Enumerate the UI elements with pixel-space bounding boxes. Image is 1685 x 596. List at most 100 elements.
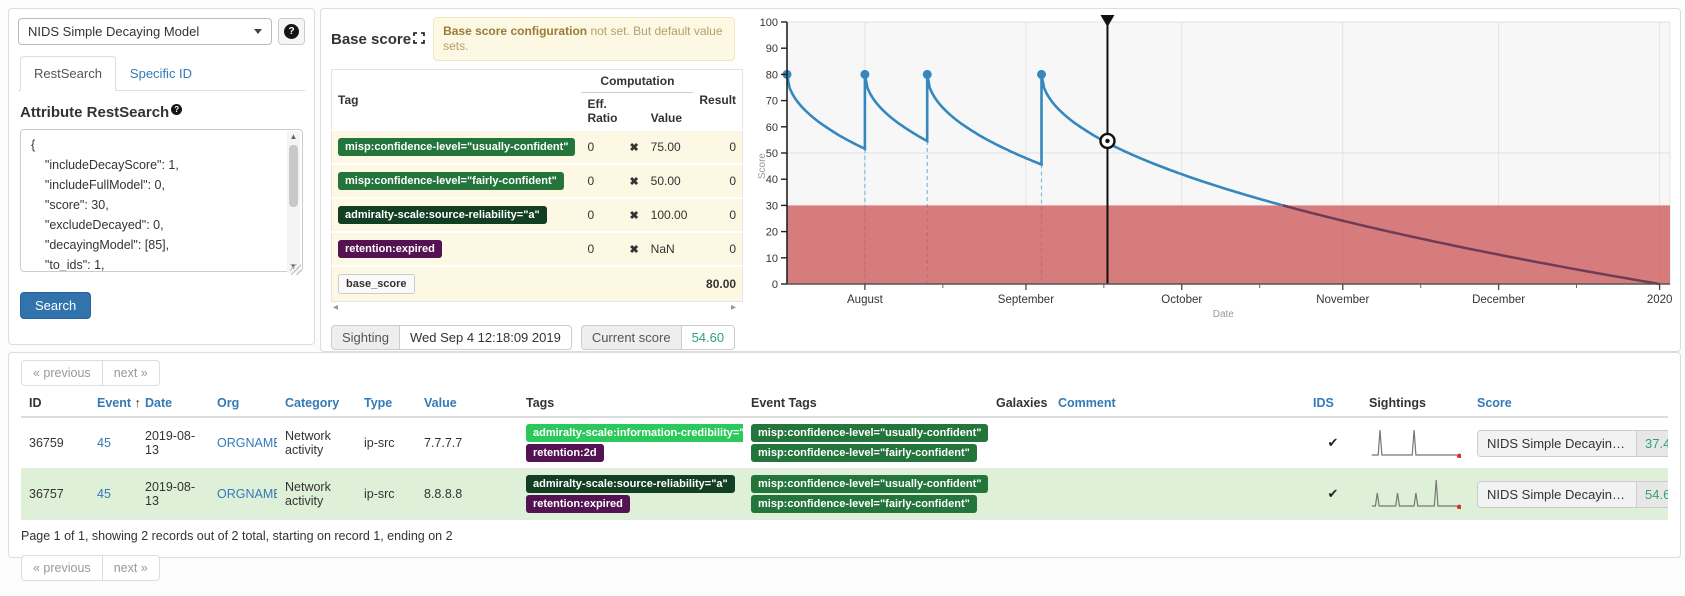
event-link[interactable]: 45 xyxy=(97,436,111,450)
pagination-summary: Page 1 of 1, showing 2 records out of 2 … xyxy=(21,529,1668,543)
event-link[interactable]: 45 xyxy=(97,487,111,501)
current-score-marker-dot xyxy=(1105,139,1109,143)
score-badge[interactable]: NIDS Simple Decaying ...37.41 xyxy=(1477,430,1668,457)
tag-badge[interactable]: retention:expired xyxy=(526,495,630,513)
table-hscrollbar[interactable]: ◂ ▸ xyxy=(331,302,736,316)
scroll-up-icon[interactable]: ▲ xyxy=(290,133,298,141)
next-page-button[interactable]: next » xyxy=(102,555,160,581)
base-score-row: misp:confidence-level="fairly-confident"… xyxy=(332,164,743,198)
tag-badge[interactable]: admiralty-scale:information-credibility=… xyxy=(526,424,743,442)
previous-page-button[interactable]: « previous xyxy=(21,555,103,581)
question-icon: ? xyxy=(284,24,299,39)
type-cell: ip-src xyxy=(356,417,416,469)
tag-badge[interactable]: admiralty-scale:source-reliability="a" xyxy=(526,475,735,493)
computation-value: 100.00 xyxy=(645,198,694,232)
column-header-org[interactable]: Org xyxy=(209,390,277,417)
base-score-warning: Base score configuration not set. But de… xyxy=(433,17,735,61)
category-cell: Network activity xyxy=(277,469,356,520)
base-score-table-body: misp:confidence-level="usually-confident… xyxy=(332,130,743,302)
tag-badge: misp:confidence-level="usually-confident… xyxy=(338,138,575,156)
multiply-icon: ✖ xyxy=(623,130,644,164)
attribute-row: 36757452019-08-13ORGNAMENetwork activity… xyxy=(21,469,1668,520)
sighting-status-bar: Sighting Wed Sep 4 12:18:09 2019 Current… xyxy=(331,325,735,350)
search-tabs: RestSearch Specific ID xyxy=(18,56,305,91)
tag-badge[interactable]: misp:confidence-level="fairly-confident" xyxy=(751,444,977,462)
search-button[interactable]: Search xyxy=(20,292,91,319)
scroll-left-icon[interactable]: ◂ xyxy=(333,302,338,313)
column-header-date[interactable]: Date xyxy=(137,390,209,417)
sighting-dot xyxy=(1037,70,1046,79)
textarea-resize-grip[interactable] xyxy=(290,264,301,275)
results-panel: « previous next » IDEvent ↑DateOrgCatego… xyxy=(8,352,1681,558)
column-header-galaxies: Galaxies xyxy=(988,390,1050,417)
tag-badge: retention:expired xyxy=(338,240,442,258)
score-cell: NIDS Simple Decaying ...54.6 xyxy=(1469,469,1668,520)
eff-ratio-value: 0 xyxy=(581,232,623,266)
sightings-sparkline xyxy=(1369,426,1461,458)
model-select[interactable]: NIDS Simple Decaying Model xyxy=(18,18,272,45)
decaying-models-tool-page: NIDS Simple Decaying Model ? RestSearch … xyxy=(0,0,1685,596)
simulation-panel: Base score Base score configuration not … xyxy=(320,8,1681,352)
ids-check-icon: ✔ xyxy=(1328,435,1339,450)
x-tick-label: September xyxy=(998,294,1054,306)
last-sighting-dot xyxy=(1457,504,1461,508)
column-header-event[interactable]: Event ↑ xyxy=(89,390,137,417)
column-header-type[interactable]: Type xyxy=(356,390,416,417)
model-help-button[interactable]: ? xyxy=(278,18,305,45)
textarea-scrollbar[interactable]: ▲ ▼ xyxy=(287,131,300,273)
y-axis-title: Score xyxy=(757,153,768,180)
decay-chart[interactable]: 0102030405060708090100AugustSeptemberOct… xyxy=(735,15,1675,333)
eff-ratio-value: 0 xyxy=(581,198,623,232)
value-cell: 8.8.8.8 xyxy=(416,469,518,520)
threshold-zone xyxy=(787,205,1670,284)
tab-specific-id[interactable]: Specific ID xyxy=(116,56,206,91)
next-page-button[interactable]: next » xyxy=(102,360,160,386)
tag-badge[interactable]: misp:confidence-level="fairly-confident" xyxy=(751,495,977,513)
y-tick-label: 10 xyxy=(766,253,778,265)
sightings-cell xyxy=(1361,417,1469,469)
x-tick-label: December xyxy=(1472,294,1525,306)
previous-page-button[interactable]: « previous xyxy=(21,360,103,386)
x-tick-label: October xyxy=(1161,294,1202,306)
chevron-down-icon xyxy=(254,29,262,34)
pagination-top: « previous next » xyxy=(21,360,160,386)
category-cell: Network activity xyxy=(277,417,356,469)
pagination-bottom: « previous next » xyxy=(21,555,160,581)
tag-badge[interactable]: retention:2d xyxy=(526,444,604,462)
base-score-row: admiralty-scale:source-reliability="a"0✖… xyxy=(332,198,743,232)
tag-badge: admiralty-scale:source-reliability="a" xyxy=(338,206,547,224)
base-score-title: Base score xyxy=(331,31,425,48)
scrollbar-thumb[interactable] xyxy=(289,145,298,207)
scroll-right-icon[interactable]: ▸ xyxy=(731,302,736,313)
sighting-label: Sighting xyxy=(331,325,400,350)
column-header-ids[interactable]: IDS xyxy=(1305,390,1361,417)
decay-chart-section: 0102030405060708090100AugustSeptemberOct… xyxy=(735,15,1675,347)
tab-restsearch[interactable]: RestSearch xyxy=(20,56,116,91)
org-link[interactable]: ORGNAME xyxy=(217,436,277,450)
score-value: 54.6 xyxy=(1636,482,1668,507)
computation-value: 50.00 xyxy=(645,164,694,198)
column-header-comment[interactable]: Comment xyxy=(1050,390,1305,417)
multiply-icon: ✖ xyxy=(623,164,644,198)
tag-badge[interactable]: misp:confidence-level="usually-confident… xyxy=(751,475,988,493)
value-cell: 7.7.7.7 xyxy=(416,417,518,469)
comment-cell xyxy=(1050,417,1305,469)
score-badge[interactable]: NIDS Simple Decaying ...54.6 xyxy=(1477,481,1668,508)
current-score-value: 54.60 xyxy=(682,325,736,350)
x-tick-label: 2020 xyxy=(1647,294,1673,306)
y-tick-label: 30 xyxy=(766,200,778,212)
event-tags-cell: misp:confidence-level="usually-confident… xyxy=(743,417,988,469)
column-header-value[interactable]: Value xyxy=(416,390,518,417)
fullscreen-icon[interactable] xyxy=(413,31,425,48)
column-header-score[interactable]: Score xyxy=(1469,390,1668,417)
date-cell: 2019-08-13 xyxy=(137,417,209,469)
score-model-name: NIDS Simple Decaying ... xyxy=(1478,482,1636,507)
results-header-row: IDEvent ↑DateOrgCategoryTypeValueTagsEve… xyxy=(21,390,1668,417)
column-header-category[interactable]: Category xyxy=(277,390,356,417)
restsearch-query-textarea[interactable]: { "includeDecayScore": 1, "includeFullMo… xyxy=(20,129,303,272)
results-table: IDEvent ↑DateOrgCategoryTypeValueTagsEve… xyxy=(21,390,1668,520)
tag-badge[interactable]: misp:confidence-level="usually-confident… xyxy=(751,424,988,442)
org-link[interactable]: ORGNAME xyxy=(217,487,277,501)
base-score-section: Base score Base score configuration not … xyxy=(331,15,735,347)
col-header-value: Value xyxy=(645,93,694,131)
